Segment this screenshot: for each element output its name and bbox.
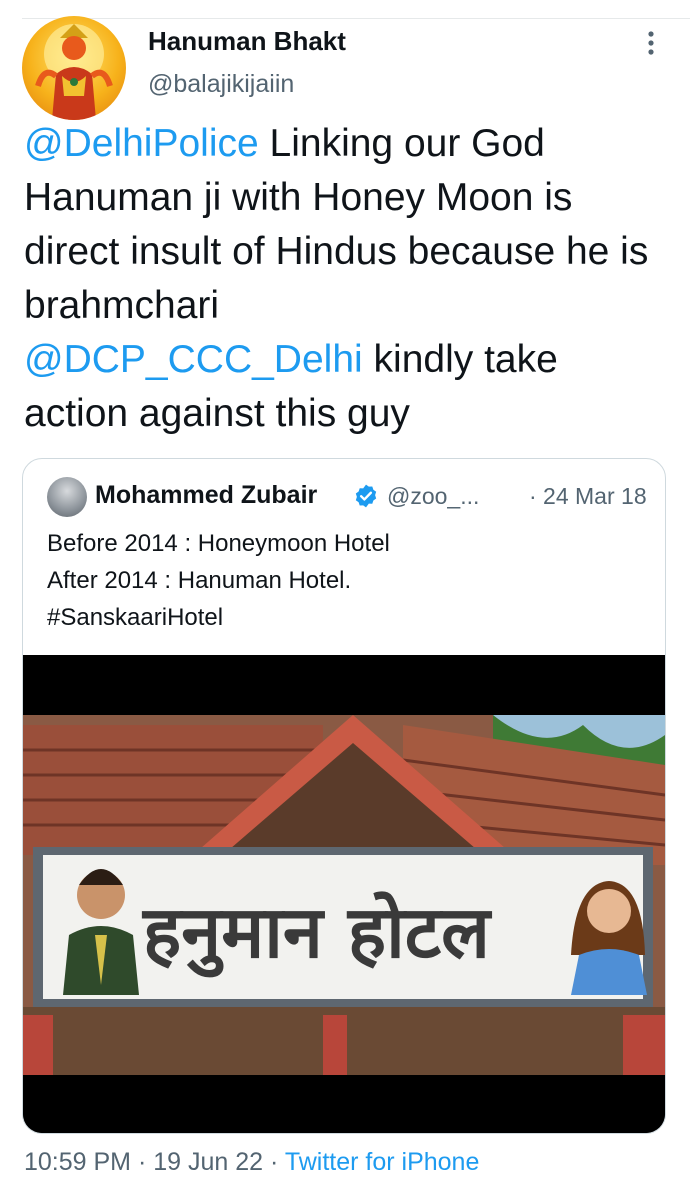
- verified-badge-icon: [355, 484, 377, 508]
- tweet-date[interactable]: 19 Jun 22: [153, 1148, 263, 1176]
- author-handle[interactable]: @balajikijaiin: [148, 70, 294, 99]
- hotel-sign-photo: हनुमान होटल: [23, 655, 665, 1133]
- quoted-line: After 2014 : Hanuman Hotel.: [47, 567, 352, 594]
- tweet-time[interactable]: 10:59 PM: [24, 1148, 131, 1176]
- tweet-metadata: 10:59 PM · 19 Jun 22 · Twitter for iPhon…: [24, 1148, 479, 1177]
- quoted-tweet-date[interactable]: · 24 Mar 18: [529, 483, 647, 510]
- separator: ·: [131, 1148, 154, 1176]
- quoted-tweet-text: Before 2014 : Honeymoon Hotel After 2014…: [47, 525, 390, 636]
- quoted-tweet-image[interactable]: हनुमान होटल: [23, 655, 665, 1133]
- tweet-source-app[interactable]: Twitter for iPhone: [285, 1148, 480, 1176]
- mention-dcp-ccc-delhi[interactable]: @DCP_CCC_Delhi: [24, 338, 363, 381]
- quoted-line-hashtag: #SanskaariHotel: [47, 604, 224, 631]
- tweet-text: @DelhiPolice Linking our God Hanuman ji …: [24, 117, 664, 441]
- author-display-name[interactable]: Hanuman Bhakt: [148, 26, 346, 57]
- quoted-line: Before 2014 : Honeymoon Hotel: [47, 530, 390, 557]
- sign-text: हनुमान होटल: [141, 890, 492, 978]
- hanuman-avatar-icon: [35, 24, 113, 120]
- quoted-tweet-card[interactable]: Mohammed Zubair @zoo_... · 24 Mar 18 Bef…: [22, 458, 666, 1134]
- quoted-author-avatar[interactable]: [47, 477, 87, 517]
- separator: ·: [263, 1148, 285, 1176]
- mention-delhi-police[interactable]: @DelhiPolice: [24, 122, 259, 165]
- author-avatar[interactable]: [22, 16, 126, 120]
- quoted-author-handle: @zoo_...: [387, 483, 480, 509]
- quoted-author-name: Mohammed Zubair: [95, 481, 318, 509]
- more-options-icon[interactable]: [636, 28, 666, 58]
- top-divider: [22, 18, 690, 19]
